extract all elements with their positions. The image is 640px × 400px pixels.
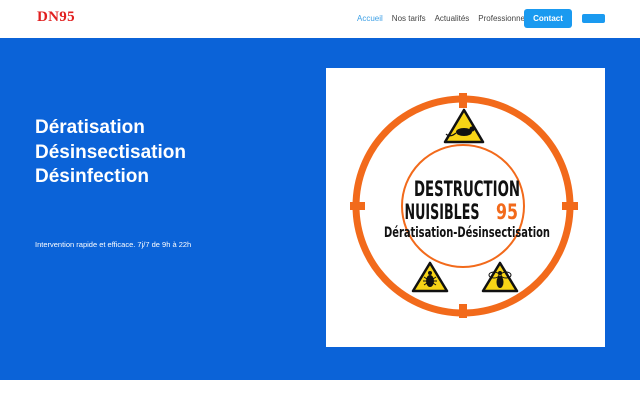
- hero-title-line-1: Dératisation: [35, 117, 145, 138]
- logo-line-destruction: DESTRUCTION: [414, 177, 520, 201]
- main-menu: Accueil Nos tarifs Actualités Profession…: [357, 14, 540, 23]
- site-logo[interactable]: DN95: [37, 9, 75, 26]
- crosshair-left: [350, 202, 365, 210]
- top-navbar: DN95 Accueil Nos tarifs Actualités Profe…: [0, 0, 640, 38]
- destruction-nuisibles-logo: DESTRUCTION NUISIBLES 95 Dératisation-Dé…: [350, 93, 578, 318]
- crosshair-right: [562, 202, 578, 210]
- nav-link-nos-tarifs[interactable]: Nos tarifs: [392, 14, 426, 23]
- secondary-nav-button[interactable]: [582, 14, 605, 23]
- bug-warning-icon: [411, 261, 449, 293]
- logo-line-services: Dératisation-Désinsectisation: [384, 225, 550, 241]
- nav-link-actualites[interactable]: Actualités: [435, 14, 470, 23]
- rat-warning-icon: [443, 108, 485, 144]
- nav-link-accueil[interactable]: Accueil: [357, 14, 383, 23]
- hero-title-line-2: Désinsectisation: [35, 141, 186, 163]
- contact-button[interactable]: Contact: [524, 9, 572, 28]
- crosshair-bottom: [459, 304, 467, 318]
- logo-line-number: 95: [496, 200, 518, 224]
- logo-line-nuisibles: NUISIBLES: [405, 200, 480, 224]
- wasp-warning-icon: [481, 261, 519, 293]
- hero-title: Dératisation Désinsectisation Désinfecti…: [35, 116, 186, 190]
- hero-title-line-3: Désinfection: [35, 166, 150, 187]
- hero-subtitle: Intervention rapide et efficace. 7j/7 de…: [35, 240, 192, 249]
- crosshair-top: [459, 93, 467, 108]
- nav-link-professionnels[interactable]: Professionnels: [478, 14, 530, 23]
- hero-logo-card: DESTRUCTION NUISIBLES 95 Dératisation-Dé…: [326, 68, 605, 347]
